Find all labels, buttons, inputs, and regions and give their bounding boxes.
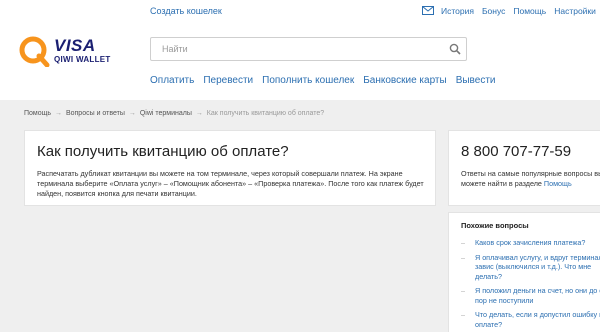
related-item-label: Что делать, если я допустил ошибку при о… — [475, 310, 600, 329]
top-link-history[interactable]: История — [441, 6, 474, 16]
breadcrumb-separator: → — [128, 110, 136, 117]
support-help-link[interactable]: Помощь — [544, 179, 572, 188]
related-item-label: Каков срок зачисления платежа? — [475, 238, 586, 247]
article-title: Как получить квитанцию об оплате? — [37, 143, 289, 160]
breadcrumb-terminals[interactable]: Qiwi терминалы — [140, 110, 192, 117]
create-wallet-link[interactable]: Создать кошелек — [150, 6, 222, 16]
nav-withdraw[interactable]: Вывести — [456, 75, 496, 86]
search-icon[interactable] — [449, 43, 461, 55]
nav-bank-cards[interactable]: Банковские карты — [363, 75, 446, 86]
top-links: История Бонус Помощь Настройки — [441, 6, 596, 16]
dash-icon: – — [461, 252, 465, 262]
search-box — [150, 37, 467, 61]
top-link-help[interactable]: Помощь — [513, 6, 546, 16]
article-card: Как получить квитанцию об оплате? Распеч… — [24, 130, 436, 206]
qiwi-circle-icon — [19, 36, 50, 67]
related-item[interactable]: – Я оплачивал услугу, и вдруг терминал за… — [461, 253, 600, 282]
support-note-text: Ответы на самые популярные вопросы вы мо… — [461, 169, 600, 188]
nav-top-up[interactable]: Пополнить кошелек — [262, 75, 354, 86]
article-body: Распечатать дубликат квитанции вы можете… — [37, 169, 424, 198]
related-item-label: Я положил деньги на счет, но они до сих … — [475, 286, 600, 305]
related-item-label: Я оплачивал услугу, и вдруг терминал зав… — [475, 252, 600, 281]
qiwi-logo[interactable]: VISA QIWI WALLET — [18, 35, 118, 69]
support-phone: 8 800 707-77-59 — [461, 143, 572, 160]
related-item[interactable]: – Что делать, если я допустил ошибку при … — [461, 310, 600, 329]
top-link-settings[interactable]: Настройки — [554, 6, 596, 16]
logo-visa-text: VISA — [54, 36, 96, 55]
related-questions-card: Похожие вопросы – Каков срок зачисления п… — [448, 212, 600, 332]
dash-icon: – — [461, 286, 465, 295]
nav-transfer[interactable]: Перевести — [203, 75, 253, 86]
related-list: – Каков срок зачисления платежа? – Я оплач… — [461, 238, 600, 332]
nav-pay[interactable]: Оплатить — [150, 75, 194, 86]
dash-icon: – — [461, 310, 465, 319]
related-title: Похожие вопросы — [461, 221, 529, 230]
top-link-bonus[interactable]: Бонус — [482, 6, 505, 16]
mail-icon[interactable] — [422, 6, 434, 15]
breadcrumb-separator: → — [195, 110, 203, 117]
related-item[interactable]: – Я положил деньги на счет, но они до сих… — [461, 286, 600, 305]
support-note: Ответы на самые популярные вопросы вы мо… — [461, 169, 600, 189]
related-item[interactable]: – Каков срок зачисления платежа? — [461, 238, 600, 248]
site-header: Создать кошелек История Бонус Помощь Нас… — [0, 0, 600, 100]
support-card: 8 800 707-77-59 Ответы на самые популярн… — [448, 130, 600, 206]
search-input[interactable] — [151, 38, 441, 60]
logo-qiwi-text: QIWI WALLET — [54, 55, 111, 64]
main-nav: Оплатить Перевести Пополнить кошелек Бан… — [150, 75, 496, 86]
dash-icon: – — [461, 238, 465, 247]
breadcrumb-help[interactable]: Помощь — [24, 110, 51, 117]
breadcrumb-separator: → — [55, 110, 62, 117]
breadcrumb-current: Как получить квитанцию об оплате? — [206, 110, 325, 117]
breadcrumb-faq[interactable]: Вопросы и ответы — [66, 110, 125, 117]
breadcrumb: Помощь → Вопросы и ответы → Qiwi термина… — [24, 110, 324, 117]
